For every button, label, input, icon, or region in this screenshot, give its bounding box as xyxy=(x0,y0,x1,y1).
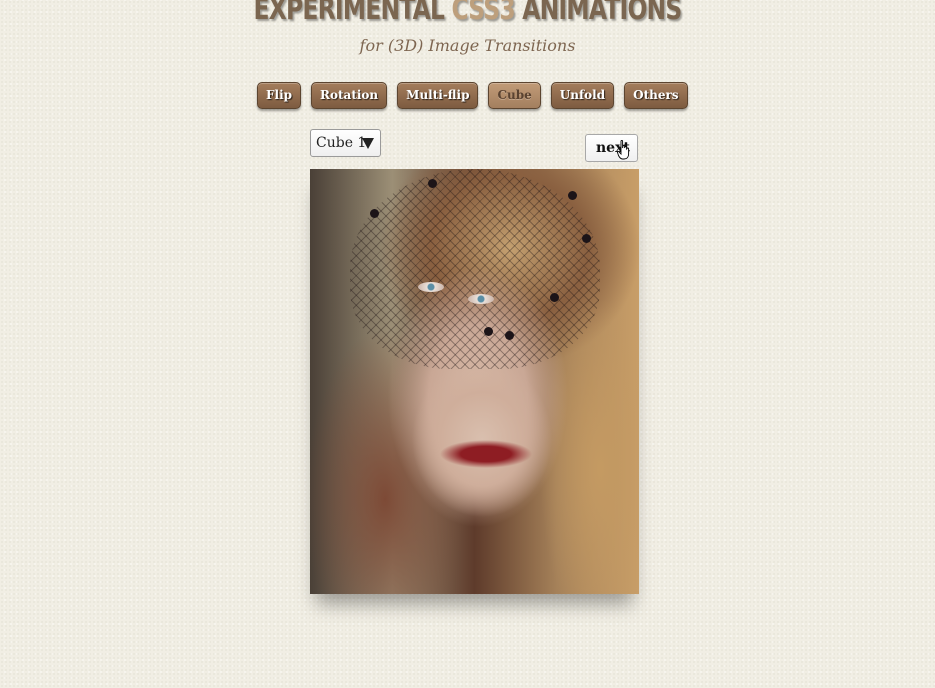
title-part-experimental: EXPERIMENTAL xyxy=(253,0,452,27)
veil-dot xyxy=(505,331,514,340)
eye xyxy=(468,294,494,304)
effect-select[interactable]: Cube 1 xyxy=(310,129,381,157)
nav-button-cube[interactable]: Cube xyxy=(488,82,541,109)
effect-select-value: Cube 1 xyxy=(316,135,367,151)
page-subtitle: for (3D) Image Transitions xyxy=(359,36,576,55)
veil-dot xyxy=(582,234,591,243)
hand-pointer-icon xyxy=(617,140,630,160)
nav-button-flip[interactable]: Flip xyxy=(257,82,302,109)
title-part-css3: CSS3 xyxy=(451,0,515,27)
nav-button-unfold[interactable]: Unfold xyxy=(550,82,615,109)
veil-dot xyxy=(370,209,379,218)
nav-button-multi-flip[interactable]: Multi-flip xyxy=(397,82,479,109)
nav-button-rotation[interactable]: Rotation xyxy=(311,82,388,109)
transition-nav: Flip Rotation Multi-flip Cube Unfold Oth… xyxy=(257,82,688,109)
veil-dot xyxy=(568,191,577,200)
veil-pattern xyxy=(350,169,600,369)
page-title: EXPERIMENTAL CSS3 ANIMATIONS xyxy=(103,0,832,27)
eye xyxy=(418,282,444,292)
transition-image xyxy=(310,169,639,594)
nav-button-others[interactable]: Others xyxy=(624,82,688,109)
title-part-animations: ANIMATIONS xyxy=(514,0,682,27)
veil-dot xyxy=(428,179,437,188)
veil-dot xyxy=(484,327,493,336)
triangle-down-icon xyxy=(362,138,374,149)
veil-dot xyxy=(550,293,559,302)
